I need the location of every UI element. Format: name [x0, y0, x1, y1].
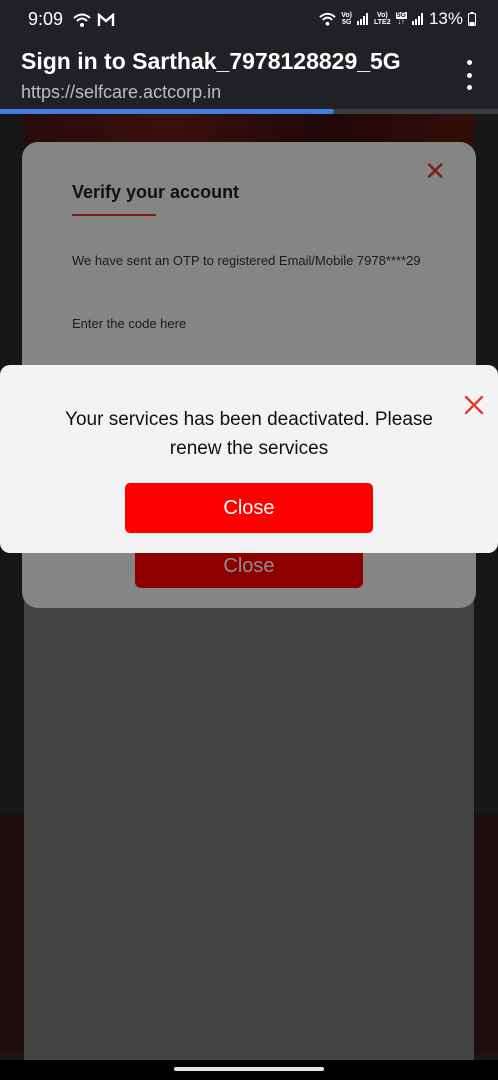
wifi-icon [319, 12, 336, 26]
close-button[interactable]: Close [125, 483, 373, 533]
gmail-icon [97, 13, 115, 26]
wifi-icon [73, 13, 91, 27]
network-indicator: Vo) 5G [341, 12, 353, 26]
close-icon[interactable] [462, 393, 486, 417]
network-indicator: Vo) LTE2 [374, 12, 391, 26]
modal-backdrop [0, 114, 498, 1060]
alert-message: Your services has been deactivated. Plea… [65, 409, 433, 459]
signal-icon [411, 13, 423, 25]
dot-icon [466, 72, 472, 78]
url-text[interactable]: https://selfcare.actcorp.in [21, 82, 221, 103]
browser-header: Sign in to Sarthak_7978128829_5G https:/… [0, 40, 498, 110]
battery-percent: 13% [428, 9, 463, 28]
dot-icon [466, 85, 472, 90]
battery-icon [468, 12, 476, 26]
dot-icon [466, 60, 472, 65]
navigation-bar [0, 1060, 498, 1080]
status-time: 9:09 [28, 9, 64, 29]
signal-icon [357, 13, 369, 25]
home-gesture-handle[interactable] [174, 1067, 324, 1071]
page-title: Sign in to Sarthak_7978128829_5G [21, 48, 401, 74]
status-bar: 9:09 Vo) 5G Vo) LTE2 5G ↓↑ 13% [0, 0, 498, 40]
deactivated-alert-modal: Your services has been deactivated. Plea… [0, 365, 498, 553]
network-badge: 5G ↓↑ [395, 12, 407, 26]
more-options-button[interactable] [460, 60, 478, 90]
